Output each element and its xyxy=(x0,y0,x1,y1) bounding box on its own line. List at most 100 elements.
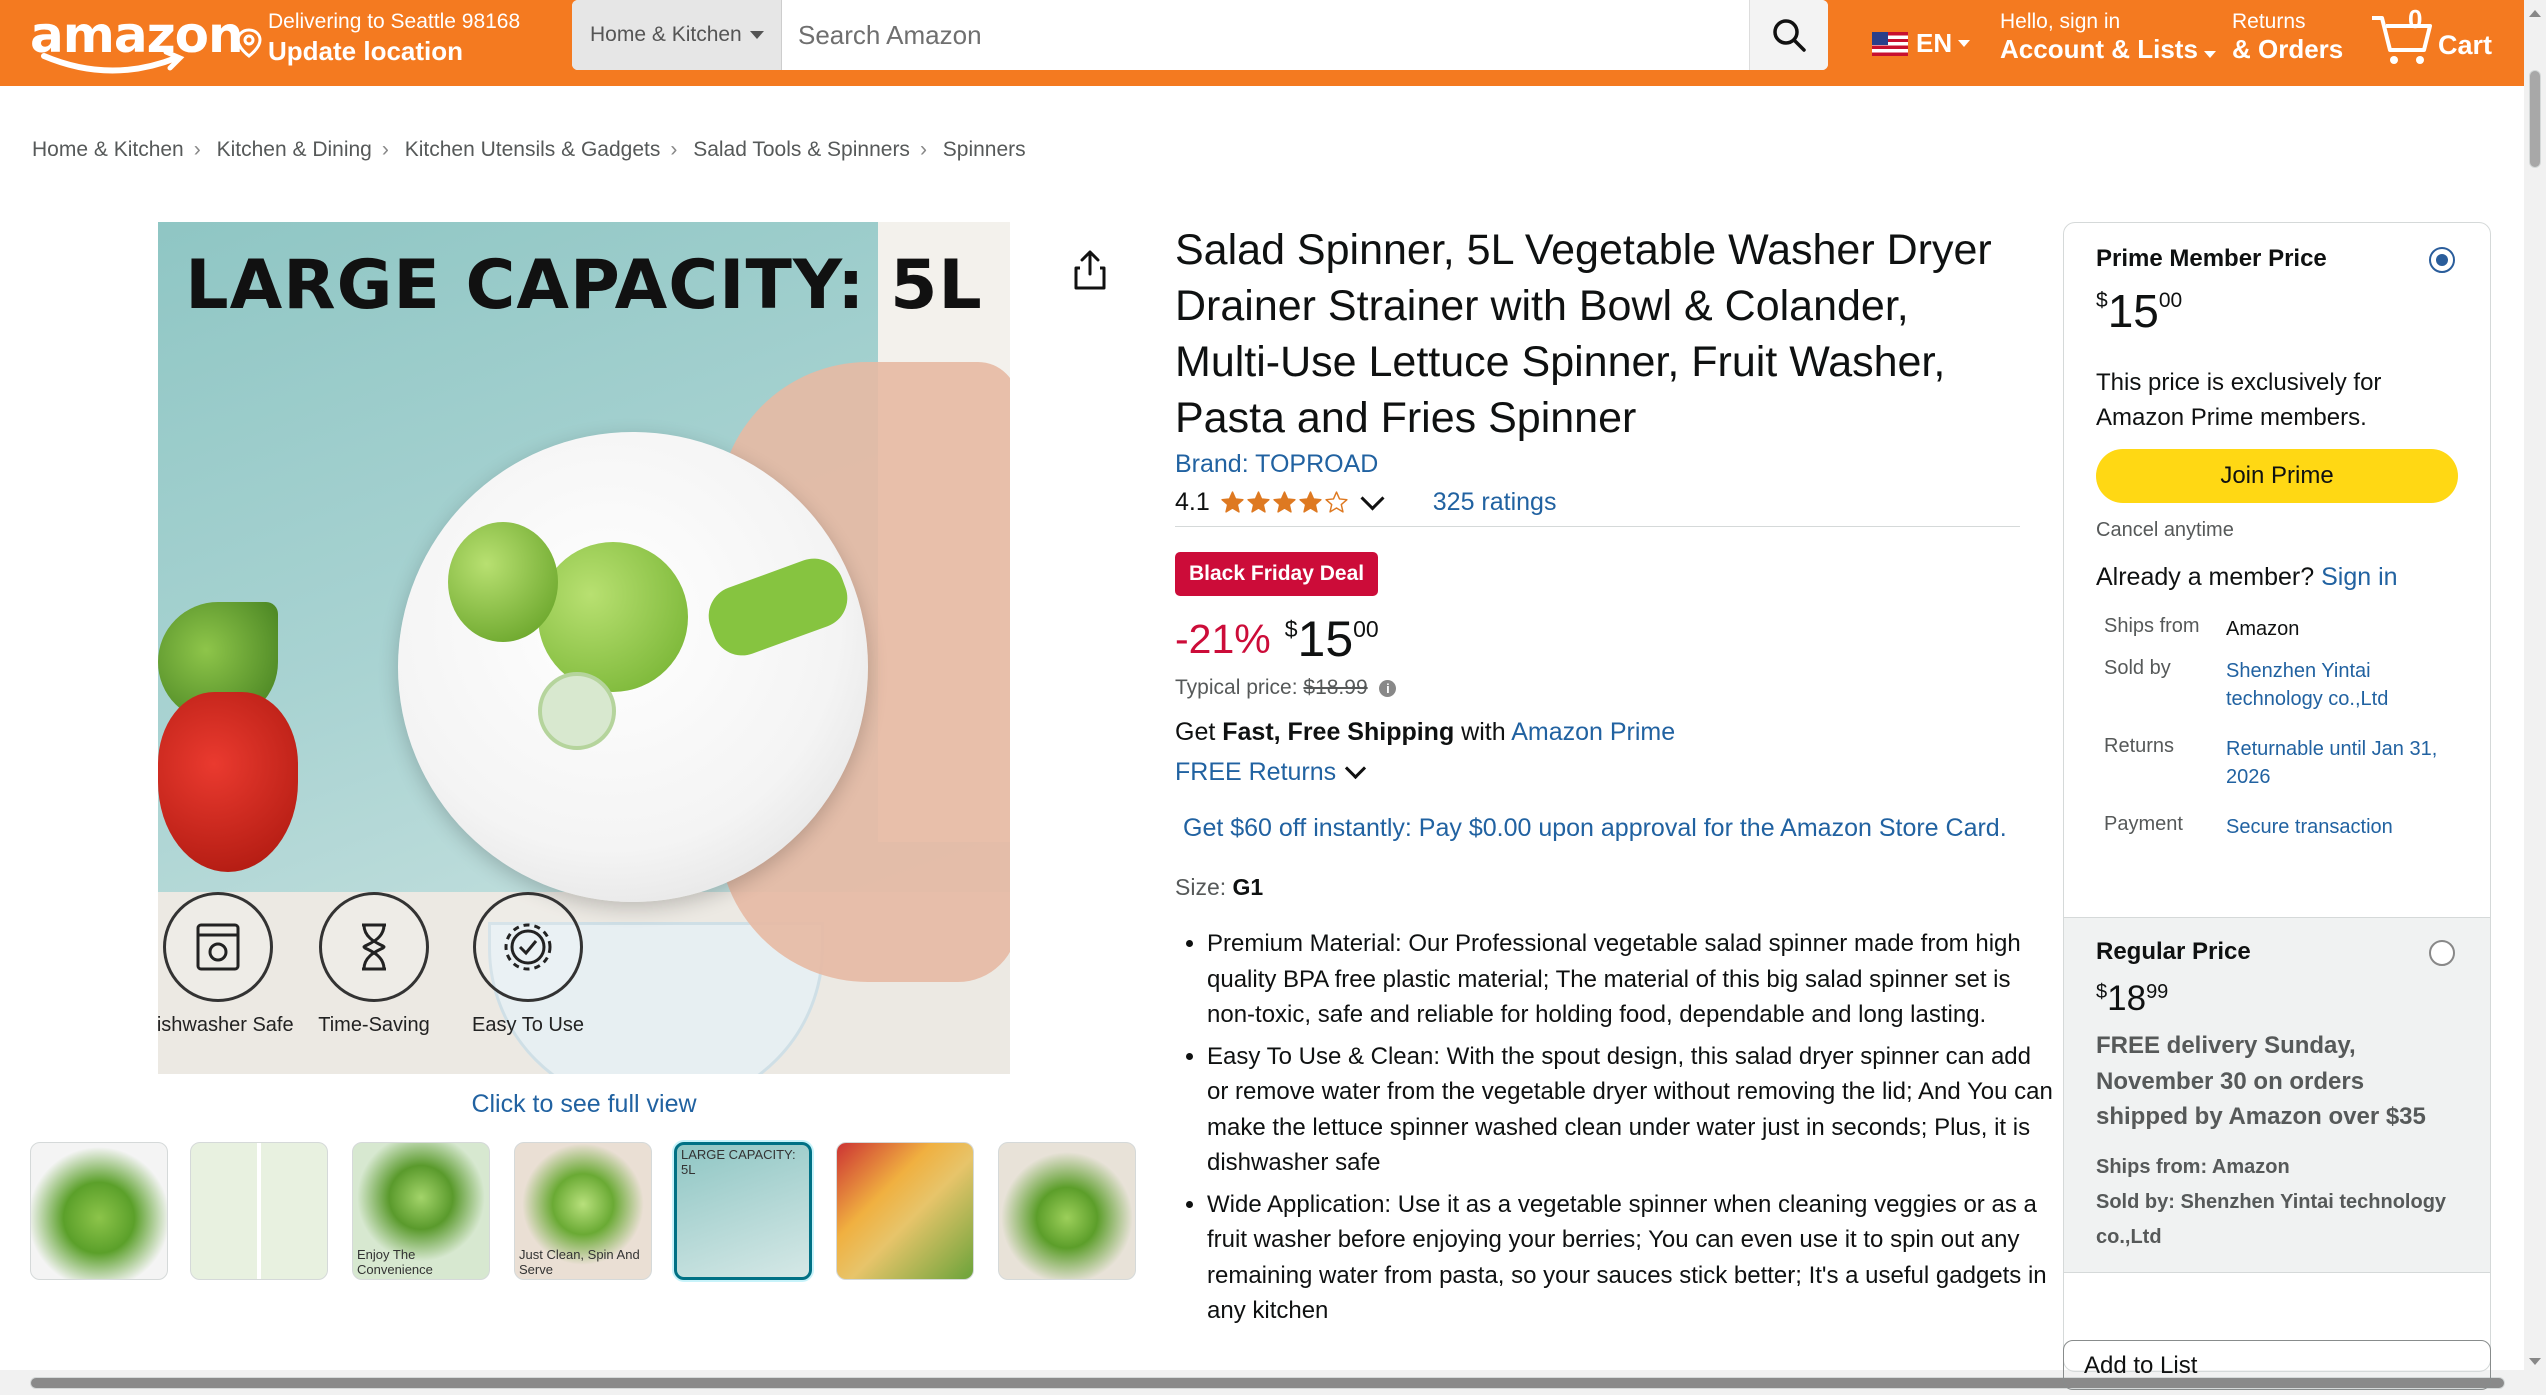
search-bar: Home & Kitchen xyxy=(572,0,1828,70)
thumbnail-1[interactable] xyxy=(30,1142,168,1280)
info-value: Amazon xyxy=(2226,618,2300,640)
image-spout xyxy=(538,672,616,750)
already-member-label: Already a member? xyxy=(2096,563,2322,591)
thumbnail-5-selected[interactable]: LARGE CAPACITY: 5L xyxy=(674,1142,812,1280)
scroll-down-icon[interactable] xyxy=(2529,1358,2541,1365)
ratings-count-link[interactable]: 325 ratings xyxy=(1433,488,1557,517)
search-icon xyxy=(1773,19,1806,52)
join-prime-button[interactable]: Join Prime xyxy=(2096,449,2458,503)
already-member-line: Already a member? Sign in xyxy=(2096,563,2398,592)
logo-smile-icon xyxy=(41,50,185,74)
prime-exclusive-note: This price is exclusively for Amazon Pri… xyxy=(2096,369,2382,431)
image-spinner-knob xyxy=(538,542,688,692)
sign-in-link[interactable]: Sign in xyxy=(2321,563,2397,591)
returns-policy-link[interactable]: Returnable until Jan 31, 2026 xyxy=(2226,735,2456,791)
full-view-link[interactable]: Click to see full view xyxy=(158,1090,1010,1119)
orders-label: & Orders xyxy=(2232,34,2344,64)
search-button[interactable] xyxy=(1749,0,1828,70)
breadcrumb-item[interactable]: Kitchen & Dining xyxy=(217,138,372,161)
scrollbar-thumb[interactable] xyxy=(2529,70,2541,168)
language-selector[interactable]: EN xyxy=(1872,28,1971,59)
regular-price-title: Regular Price xyxy=(2096,938,2251,965)
regular-price-option[interactable]: Regular Price $ 18 99 FREE delivery Sund… xyxy=(2064,917,2490,1273)
returns-orders-link[interactable]: Returns & Orders xyxy=(2232,10,2343,65)
star-icon xyxy=(1299,491,1322,513)
free-returns-dropdown[interactable]: FREE Returns xyxy=(1175,757,1367,787)
account-lists-label: Account & Lists xyxy=(2000,34,2198,64)
gear-check-icon xyxy=(504,923,552,971)
update-location-label: Update location xyxy=(268,36,464,66)
add-to-list-button[interactable]: Add to List xyxy=(2063,1340,2491,1390)
amazon-logo[interactable]: amazon xyxy=(30,6,244,74)
feature-bullet: Easy To Use & Clean: With the spout desi… xyxy=(1207,1039,2057,1181)
free-returns-label: FREE Returns xyxy=(1175,758,1337,786)
share-icon[interactable] xyxy=(1072,250,1108,290)
thumbnail-caption: Enjoy The Convenience xyxy=(357,1247,433,1277)
prime-price-radio[interactable] xyxy=(2429,247,2455,273)
shipping-bold: Fast, Free Shipping xyxy=(1222,718,1455,746)
prime-price-title: Prime Member Price xyxy=(2096,245,2327,272)
price-whole: 15 xyxy=(1297,611,1354,667)
hourglass-icon xyxy=(362,923,386,971)
rating-summary: 4.1 325 ratings xyxy=(1175,486,1557,517)
secure-transaction-link[interactable]: Secure transaction xyxy=(2226,813,2456,841)
size-value: G1 xyxy=(1232,874,1264,900)
search-category-label: Home & Kitchen xyxy=(590,23,742,46)
rating-value: 4.1 xyxy=(1175,488,1210,516)
deliver-to-label: Delivering to Seattle 98168 xyxy=(268,10,521,33)
deal-badge: Black Friday Deal xyxy=(1175,552,1379,596)
feature-bullets: Premium Material: Our Professional veget… xyxy=(1175,926,2057,1335)
feature-bullet: Premium Material: Our Professional veget… xyxy=(1207,926,2057,1033)
cart-button[interactable]: 0 Cart xyxy=(2370,4,2520,74)
prime-price-option[interactable]: Prime Member Price $ 15 00 This price is… xyxy=(2064,223,2490,917)
breadcrumb-item[interactable]: Spinners xyxy=(943,138,1026,161)
easy-to-use-badge: Easy To Use xyxy=(438,892,618,1040)
store-card-promo-link[interactable]: Get $60 off instantly: Pay $0.00 upon ap… xyxy=(1183,814,2007,843)
main-product-image[interactable]: LARGE CAPACITY: 5L Dishwasher Safe Time-… xyxy=(158,222,1010,1074)
search-input[interactable] xyxy=(784,0,1744,70)
regular-price-currency: $ xyxy=(2096,981,2108,1003)
star-icon xyxy=(1221,491,1244,513)
cancel-anytime-note: Cancel anytime xyxy=(2096,519,2234,541)
chevron-right-icon: › xyxy=(919,138,927,161)
amazon-prime-link[interactable]: Amazon Prime xyxy=(1511,718,1675,746)
regular-price-radio[interactable] xyxy=(2429,940,2455,966)
breadcrumb-item[interactable]: Salad Tools & Spinners xyxy=(693,138,910,161)
vertical-scrollbar[interactable] xyxy=(2524,0,2546,1395)
star-rating[interactable] xyxy=(1220,490,1350,515)
thumbnail-6[interactable] xyxy=(836,1142,974,1280)
breadcrumb-item[interactable]: Home & Kitchen xyxy=(32,138,184,161)
caret-down-icon xyxy=(749,31,764,39)
search-category-dropdown[interactable]: Home & Kitchen xyxy=(572,0,782,70)
regular-price: $ 18 99 xyxy=(2096,978,2168,1020)
thumbnail-2[interactable] xyxy=(190,1142,328,1280)
seller-link[interactable]: Shenzhen Yintai technology co.,Ltd xyxy=(2226,657,2456,713)
regular-seller-info: Ships from: Amazon Sold by: Shenzhen Yin… xyxy=(2096,1150,2466,1255)
account-greeting: Hello, sign in xyxy=(2000,10,2121,33)
shipping-prefix: Get xyxy=(1175,718,1223,746)
buy-box: Prime Member Price $ 15 00 This price is… xyxy=(2063,222,2491,1372)
breadcrumb-item[interactable]: Kitchen Utensils & Gadgets xyxy=(405,138,661,161)
thumbnail-caption: LARGE CAPACITY: 5L xyxy=(681,1147,796,1177)
scroll-up-icon[interactable] xyxy=(2529,10,2541,17)
price-block: -21% $ 15 00 xyxy=(1175,610,1379,668)
brand-link[interactable]: Brand: TOPROAD xyxy=(1175,450,1378,479)
thumbnail-3[interactable]: Enjoy The Convenience xyxy=(352,1142,490,1280)
thumbnail-7[interactable] xyxy=(998,1142,1136,1280)
cart-count: 0 xyxy=(2408,4,2423,34)
size-label: Size: xyxy=(1175,874,1233,900)
chevron-down-icon[interactable] xyxy=(1360,486,1385,511)
regular-ships-from: Ships from: Amazon xyxy=(2096,1156,2290,1178)
chevron-right-icon: › xyxy=(193,138,201,161)
price-fraction: 00 xyxy=(1353,616,1379,642)
regular-delivery-note: FREE delivery Sunday, November 30 on ord… xyxy=(2096,1032,2426,1130)
prime-price: $ 15 00 xyxy=(2096,285,2182,337)
info-key: Ships from xyxy=(2104,615,2200,637)
info-icon[interactable]: i xyxy=(1379,679,1397,697)
star-icon xyxy=(1325,491,1348,513)
account-menu[interactable]: Hello, sign in Account & Lists xyxy=(2000,10,2216,65)
regular-price-whole: 18 xyxy=(2107,979,2147,1018)
info-key: Payment xyxy=(2104,813,2183,835)
thumbnail-4[interactable]: Just Clean, Spin And Serve xyxy=(514,1142,652,1280)
chevron-right-icon: › xyxy=(670,138,678,161)
